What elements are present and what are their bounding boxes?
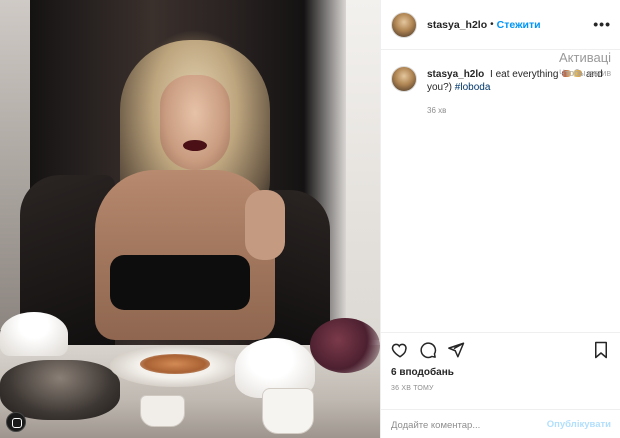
caption-avatar[interactable] [391,66,417,92]
header-username[interactable]: stasya_h2lo [427,19,487,31]
avatar[interactable] [391,11,417,38]
caption-time: 36 хв [427,106,447,115]
photo-hand [245,190,285,260]
comment-input[interactable] [391,418,541,432]
photo-black-top [110,255,250,310]
photo-lips [183,140,207,151]
caption-hashtag[interactable]: #loboda [455,82,491,93]
photo-background-light [346,0,380,340]
cheese-icon [573,70,583,77]
share-icon[interactable] [447,341,465,359]
photo-cup-large [262,388,314,434]
follow-button[interactable]: Стежити [497,19,541,31]
caption-text: stasya_h2lo I eat everything and you?) #… [427,66,613,94]
post-photo[interactable] [0,0,380,438]
watermark-title: Активаці [559,50,612,65]
instagram-logo-icon [6,412,26,432]
photo-flowers [310,318,380,373]
photo-food [140,354,210,374]
action-icons [391,341,465,359]
bookmark-icon[interactable] [593,341,609,359]
instagram-post-modal: stasya_h2lo • Стежити ••• stasya_h2lo I … [0,0,620,438]
post-side-panel: stasya_h2lo • Стежити ••• stasya_h2lo I … [380,0,620,438]
publish-button[interactable]: Опублікувати [547,419,611,430]
post-actions: 6 вподобань 36 ХВ ТОМУ Опублікувати [381,332,620,438]
caption-username[interactable]: stasya_h2lo [427,69,484,80]
comment-icon[interactable] [419,341,437,359]
likes-count[interactable]: 6 вподобань [391,367,454,378]
caption-block: stasya_h2lo I eat everything and you?) #… [391,66,613,94]
post-header: stasya_h2lo • Стежити ••• [381,0,620,50]
more-options-icon[interactable]: ••• [593,16,611,32]
photo-pot [0,360,120,420]
photo-face [160,75,230,170]
post-timestamp: 36 ХВ ТОМУ [391,385,434,392]
caption-text-before: I eat everything [490,69,559,80]
photo-cup [140,395,185,427]
photo-bowl-lid [0,312,68,356]
comment-row: Опублікувати [381,409,620,438]
separator-dot: • [490,19,494,30]
heart-icon[interactable] [391,341,409,359]
pizza-icon [562,70,572,77]
